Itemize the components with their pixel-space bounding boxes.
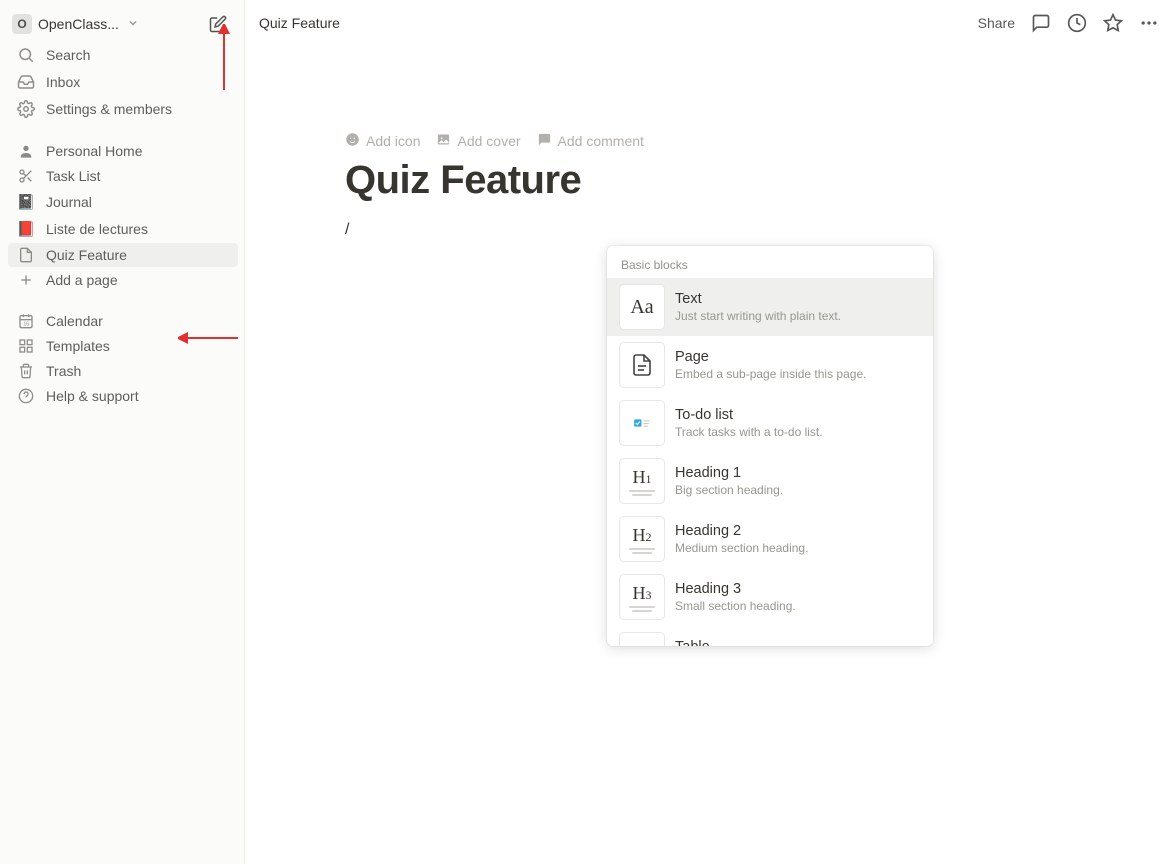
sidebar-label: Search — [46, 47, 90, 63]
notebook-icon: 📓 — [16, 193, 36, 211]
block-desc: Embed a sub-page inside this page. — [675, 367, 866, 381]
block-option-page[interactable]: Page Embed a sub-page inside this page. — [607, 336, 933, 394]
sidebar-page-journal[interactable]: 📓 Journal — [8, 189, 238, 215]
sidebar-item-settings[interactable]: Settings & members — [8, 96, 238, 122]
sidebar-item-templates[interactable]: Templates — [8, 334, 238, 358]
sidebar-item-help[interactable]: Help & support — [8, 384, 238, 408]
scissors-icon — [16, 168, 36, 184]
chevron-down-icon — [127, 16, 139, 32]
trash-icon — [16, 363, 36, 379]
person-icon — [16, 143, 36, 159]
comments-icon[interactable] — [1031, 13, 1051, 33]
more-icon[interactable] — [1139, 13, 1159, 33]
add-icon-button[interactable]: Add icon — [345, 132, 420, 150]
sidebar-item-inbox[interactable]: Inbox — [8, 69, 238, 95]
action-label: Add icon — [366, 133, 420, 149]
sidebar-page-personal-home[interactable]: Personal Home — [8, 139, 238, 163]
sidebar-label: Help & support — [46, 388, 139, 404]
slash-input[interactable]: / — [345, 221, 1173, 239]
page-header-actions: Add icon Add cover Add comment — [345, 132, 1173, 150]
h1-block-icon: H1 — [619, 458, 665, 504]
sidebar-page-liste-de-lectures[interactable]: 📕 Liste de lectures — [8, 216, 238, 242]
todo-block-icon — [619, 400, 665, 446]
search-icon — [16, 46, 36, 64]
block-title: Heading 2 — [675, 523, 808, 539]
block-desc: Track tasks with a to-do list. — [675, 425, 823, 439]
templates-icon — [16, 338, 36, 354]
sidebar-label: Task List — [46, 168, 100, 184]
sidebar-add-page[interactable]: Add a page — [8, 268, 238, 292]
book-icon: 📕 — [16, 220, 36, 238]
gear-icon — [16, 100, 36, 118]
block-desc: Medium section heading. — [675, 541, 808, 555]
block-option-h1[interactable]: H1 Heading 1 Big section heading. — [607, 452, 933, 510]
menu-section-title: Basic blocks — [607, 246, 933, 278]
block-option-h3[interactable]: H3 Heading 3 Small section heading. — [607, 568, 933, 626]
sidebar-label: Calendar — [46, 313, 103, 329]
inbox-icon — [16, 73, 36, 91]
sidebar-label: Templates — [46, 338, 110, 354]
share-button[interactable]: Share — [978, 15, 1015, 31]
block-desc: Just start writing with plain text. — [675, 309, 841, 323]
image-icon — [436, 132, 451, 150]
document-icon — [16, 247, 36, 263]
page-title[interactable]: Quiz Feature — [345, 158, 1173, 203]
new-page-button[interactable] — [206, 12, 230, 36]
block-title: Text — [675, 291, 841, 307]
add-comment-button[interactable]: Add comment — [537, 132, 644, 150]
sidebar-label: Journal — [46, 194, 92, 210]
block-picker-menu: Basic blocks Aa Text Just start writing … — [607, 246, 933, 646]
main-area: Quiz Feature Share Add icon Add cover — [245, 0, 1173, 864]
block-title: Page — [675, 349, 866, 365]
breadcrumb[interactable]: Quiz Feature — [259, 15, 340, 31]
sidebar: O OpenClass... Search Inbox Settings & m… — [0, 0, 245, 864]
table-block-icon — [619, 632, 665, 646]
sidebar-label: Personal Home — [46, 143, 143, 159]
block-desc: Small section heading. — [675, 599, 796, 613]
topbar: Quiz Feature Share — [245, 0, 1173, 46]
action-label: Add cover — [457, 133, 520, 149]
block-option-todo[interactable]: To-do list Track tasks with a to-do list… — [607, 394, 933, 452]
sidebar-label: Inbox — [46, 74, 80, 90]
help-icon — [16, 388, 36, 404]
sidebar-page-task-list[interactable]: Task List — [8, 164, 238, 188]
calendar-icon: 16 — [16, 313, 36, 329]
block-title: To-do list — [675, 407, 823, 423]
history-icon[interactable] — [1067, 13, 1087, 33]
workspace-switcher[interactable]: O OpenClass... — [8, 8, 238, 42]
h2-block-icon: H2 — [619, 516, 665, 562]
text-block-icon: Aa — [619, 284, 665, 330]
sidebar-label: Liste de lectures — [46, 221, 148, 237]
sidebar-label: Settings & members — [46, 101, 172, 117]
workspace-name: OpenClass... — [38, 16, 119, 32]
svg-text:16: 16 — [23, 322, 29, 328]
block-title: Heading 1 — [675, 465, 783, 481]
block-option-table[interactable]: Table Add simple tabular content to your… — [607, 626, 933, 646]
block-desc: Big section heading. — [675, 483, 783, 497]
block-option-h2[interactable]: H2 Heading 2 Medium section heading. — [607, 510, 933, 568]
sidebar-item-calendar[interactable]: 16 Calendar — [8, 309, 238, 333]
sidebar-label: Quiz Feature — [46, 247, 127, 263]
block-title: Heading 3 — [675, 581, 796, 597]
sidebar-item-trash[interactable]: Trash — [8, 359, 238, 383]
block-option-text[interactable]: Aa Text Just start writing with plain te… — [607, 278, 933, 336]
add-cover-button[interactable]: Add cover — [436, 132, 520, 150]
sidebar-page-quiz-feature[interactable]: Quiz Feature — [8, 243, 238, 267]
favorite-icon[interactable] — [1103, 13, 1123, 33]
page-block-icon — [619, 342, 665, 388]
action-label: Add comment — [558, 133, 644, 149]
sidebar-item-search[interactable]: Search — [8, 42, 238, 68]
sidebar-label: Add a page — [46, 272, 118, 288]
emoji-icon — [345, 132, 360, 150]
workspace-badge: O — [12, 14, 32, 34]
h3-block-icon: H3 — [619, 574, 665, 620]
comment-icon — [537, 132, 552, 150]
plus-icon — [16, 272, 36, 288]
sidebar-label: Trash — [46, 363, 81, 379]
block-title: Table — [675, 639, 884, 646]
